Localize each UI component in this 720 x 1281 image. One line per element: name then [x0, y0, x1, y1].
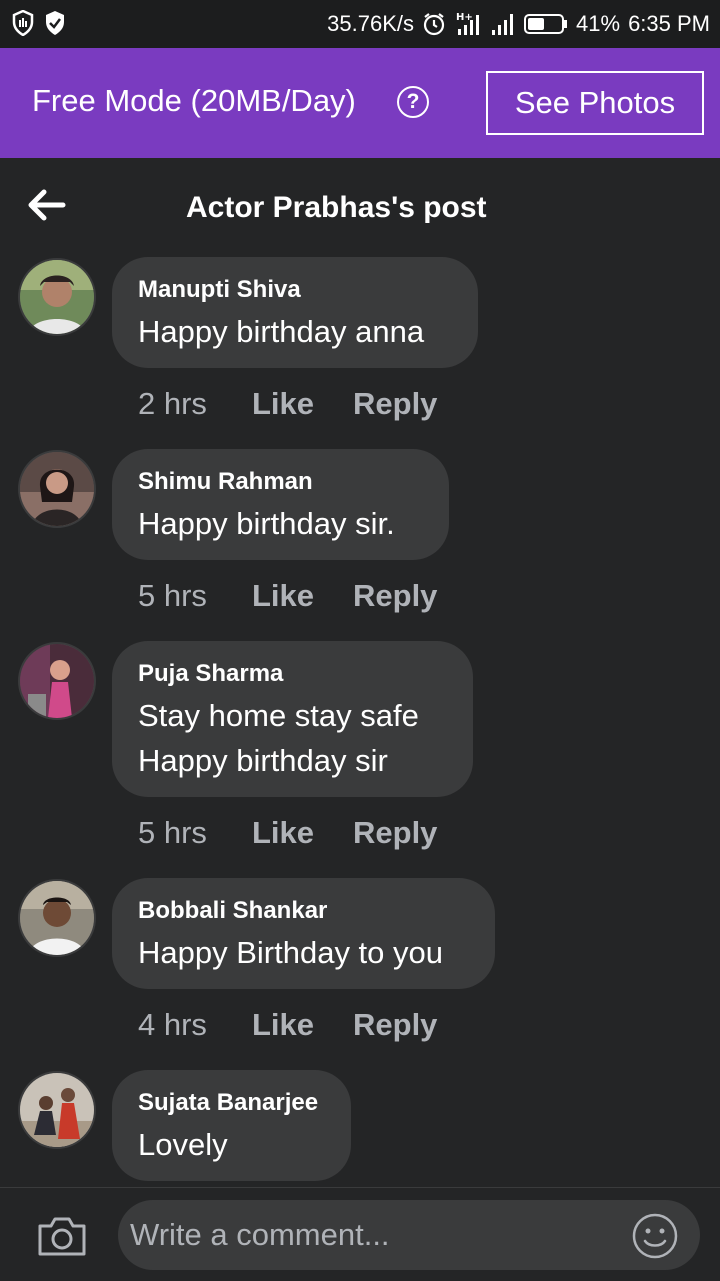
alarm-icon: [422, 12, 446, 36]
reply-button[interactable]: Reply: [353, 386, 437, 422]
comment-text: Happy birthday anna: [138, 314, 425, 349]
battery-icon: [524, 13, 568, 35]
post-header: Actor Prabhas's post: [0, 158, 720, 254]
comment-bubble[interactable]: Puja Sharma Stay home stay safe Happy bi…: [112, 641, 473, 797]
camera-icon[interactable]: [36, 1214, 88, 1263]
comment-actions: 4 hrs Like Reply: [138, 1007, 437, 1043]
free-mode-label: Free Mode (20MB/Day): [32, 83, 356, 118]
network-speed: 35.76K/s: [327, 11, 415, 36]
help-icon[interactable]: ?: [397, 86, 429, 118]
comment-text: Happy birthday sir.: [138, 506, 395, 541]
avatar[interactable]: [18, 1071, 96, 1149]
clock: 6:35 PM: [628, 11, 710, 36]
comment-time: 2 hrs: [138, 386, 207, 421]
shield-check-icon: [44, 10, 66, 36]
comment-author[interactable]: Sujata Banarjee: [138, 1088, 323, 1118]
signal-icon: [490, 12, 516, 36]
comment-author[interactable]: Puja Sharma: [138, 659, 445, 689]
comment-author[interactable]: Shimu Rahman: [138, 467, 421, 497]
reply-button[interactable]: Reply: [353, 1007, 437, 1043]
comment-input[interactable]: [118, 1200, 700, 1270]
reply-button[interactable]: Reply: [353, 815, 437, 851]
see-photos-button[interactable]: See Photos: [486, 71, 704, 135]
comment-actions: 5 hrs Like Reply: [138, 578, 437, 614]
like-button[interactable]: Like: [252, 386, 353, 422]
avatar[interactable]: [18, 879, 96, 957]
comment-time: 4 hrs: [138, 1007, 207, 1042]
comment-time: 5 hrs: [138, 815, 207, 850]
comment-bubble[interactable]: Bobbali Shankar Happy Birthday to you: [112, 878, 495, 989]
reply-button[interactable]: Reply: [353, 578, 437, 614]
comment-actions: 2 hrs Like Reply: [138, 386, 437, 422]
shield-icon: [12, 10, 34, 36]
avatar[interactable]: [18, 258, 96, 336]
battery-percent: 41%: [576, 11, 621, 36]
comment-composer: [0, 1187, 720, 1281]
like-button[interactable]: Like: [252, 578, 353, 614]
comment-bubble[interactable]: Manupti Shiva Happy birthday anna: [112, 257, 478, 368]
comment-author[interactable]: Bobbali Shankar: [138, 896, 467, 926]
comment-text: Happy Birthday to you: [138, 935, 444, 970]
comment-time: 5 hrs: [138, 578, 207, 613]
smiley-icon[interactable]: [632, 1213, 678, 1264]
arrow-left-icon[interactable]: [26, 188, 66, 227]
avatar[interactable]: [18, 450, 96, 528]
comment-bubble[interactable]: Shimu Rahman Happy birthday sir.: [112, 449, 449, 560]
avatar[interactable]: [18, 642, 96, 720]
comment-bubble[interactable]: Sujata Banarjee Lovely: [112, 1070, 351, 1181]
page-title: Actor Prabhas's post: [186, 191, 487, 224]
signal-hplus-icon: H+: [454, 11, 482, 37]
comment-text: Stay home stay safe Happy birthday sir: [138, 698, 419, 778]
comment-text: Lovely: [138, 1127, 228, 1162]
comment-author[interactable]: Manupti Shiva: [138, 275, 450, 305]
like-button[interactable]: Like: [252, 1007, 353, 1043]
like-button[interactable]: Like: [252, 815, 353, 851]
comment-actions: 5 hrs Like Reply: [138, 815, 437, 851]
status-bar: 35.76K/s H+ 41% 6:35 PM: [0, 0, 720, 48]
